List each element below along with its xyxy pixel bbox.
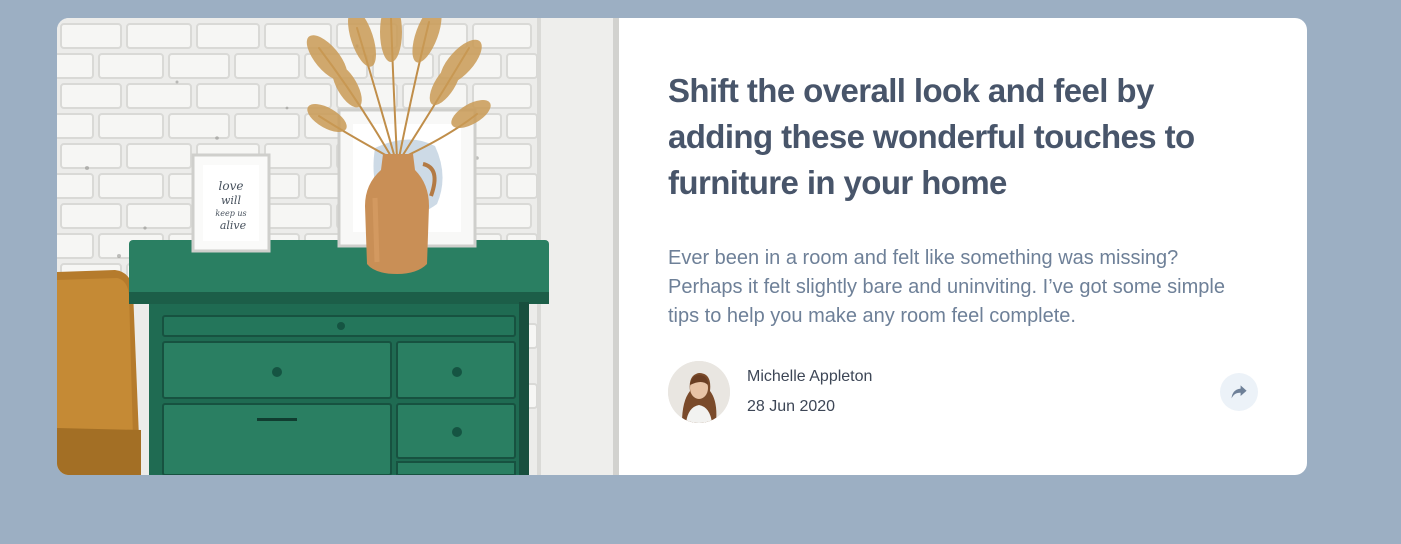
author-meta: Michelle Appleton 28 Jun 2020: [747, 362, 872, 422]
author-info: Michelle Appleton 28 Jun 2020: [668, 361, 872, 423]
article-image: love will keep us alive: [57, 18, 619, 475]
frame-text-3: keep us: [215, 209, 246, 218]
frame-text-2: will: [221, 194, 241, 207]
avatar: [668, 361, 730, 423]
article-excerpt: Ever been in a room and felt like someth…: [668, 247, 1225, 327]
frame-text-4: alive: [220, 219, 247, 232]
publish-date: 28 Jun 2020: [747, 398, 836, 415]
share-button[interactable]: [1220, 373, 1258, 411]
article-content: Shift the overall look and feel by addin…: [619, 18, 1307, 475]
frame-text-1: love: [219, 179, 244, 193]
author-name: Michelle Appleton: [747, 368, 873, 385]
article-headline[interactable]: Shift the overall look and feel by addin…: [668, 68, 1228, 206]
share-icon: [1231, 385, 1247, 399]
article-card: love will keep us alive Shift the overal…: [57, 18, 1307, 475]
